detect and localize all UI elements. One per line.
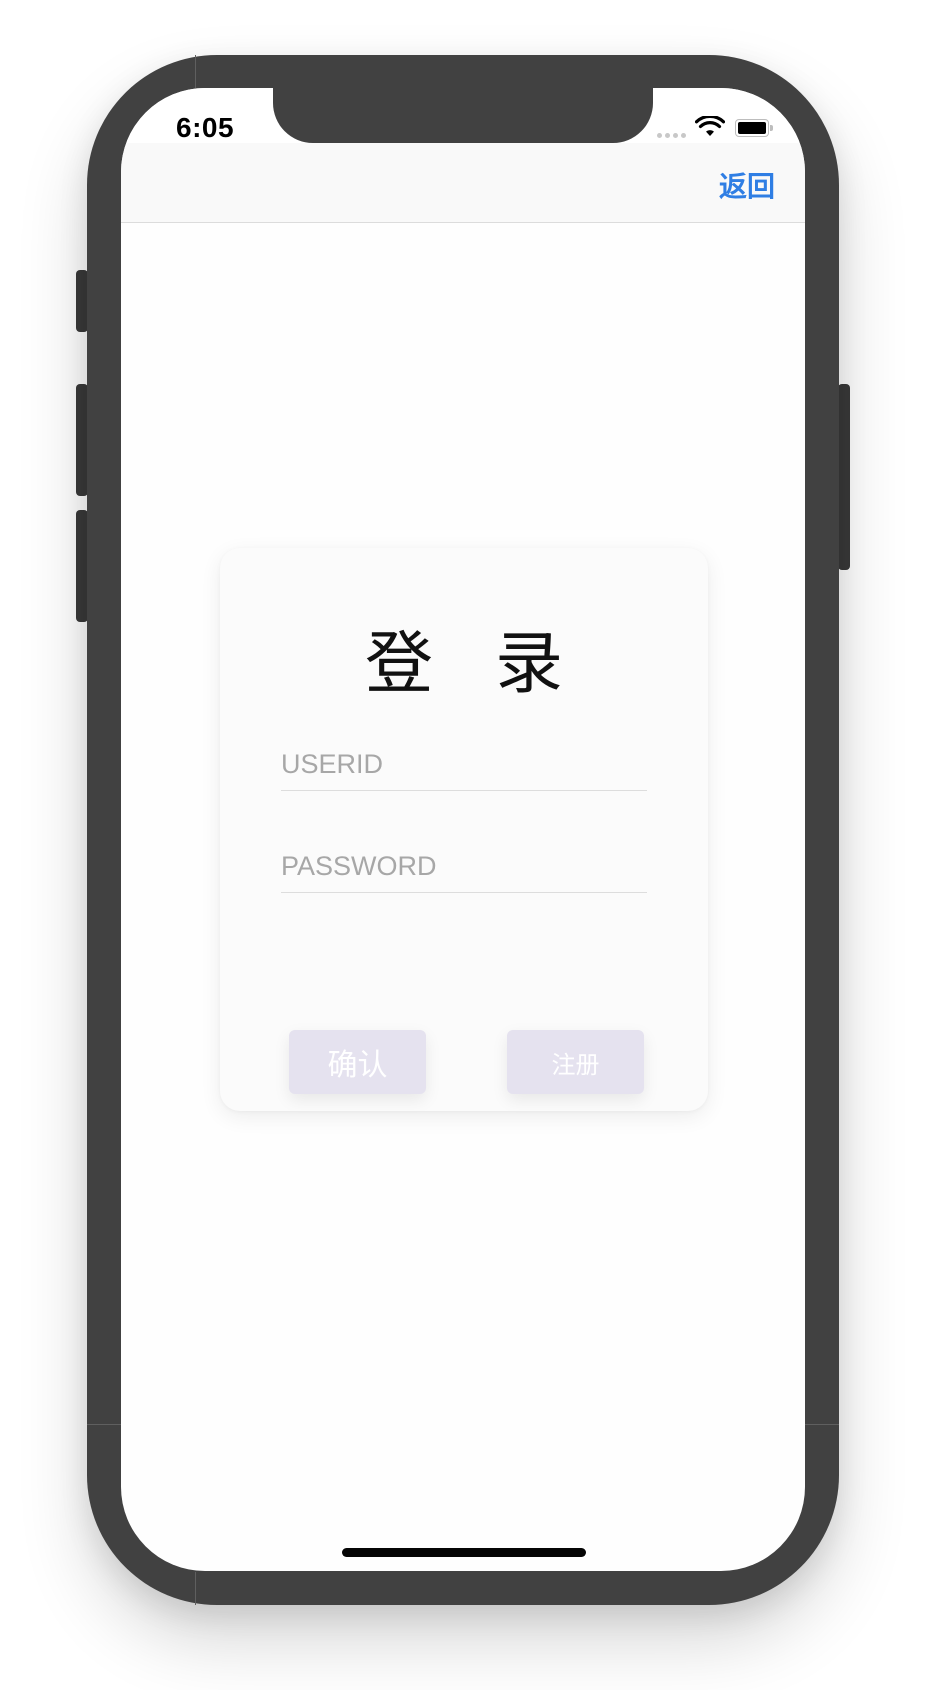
- battery-full-icon: [735, 119, 775, 137]
- password-input[interactable]: [281, 840, 647, 892]
- device-notch: [273, 88, 653, 143]
- device-screen: 6:05 返回 登录 USERID 确认 注册: [121, 88, 805, 1571]
- power-button: [838, 384, 850, 570]
- navigation-bar: 返回: [121, 143, 805, 223]
- antenna-line: [87, 1424, 121, 1425]
- status-time: 6:05: [176, 112, 235, 143]
- password-field-container: [281, 840, 647, 893]
- login-card: 登录 确认 注册: [220, 548, 708, 1111]
- cellular-signal-icon: [657, 133, 686, 138]
- status-bar: 6:05: [121, 88, 805, 143]
- antenna-line: [805, 1424, 839, 1425]
- userid-input[interactable]: [281, 738, 647, 790]
- home-indicator[interactable]: [342, 1548, 586, 1557]
- register-button[interactable]: 注册: [507, 1030, 644, 1094]
- back-button[interactable]: 返回: [719, 165, 775, 205]
- login-title: 登录: [364, 625, 625, 704]
- wifi-icon: [695, 116, 725, 136]
- userid-field-container: [281, 738, 647, 791]
- antenna-line: [195, 1572, 196, 1605]
- confirm-button[interactable]: 确认: [289, 1030, 426, 1094]
- antenna-line: [195, 55, 196, 88]
- simulator-stage: 6:05 返回 登录 USERID 确认 注册: [0, 0, 926, 1690]
